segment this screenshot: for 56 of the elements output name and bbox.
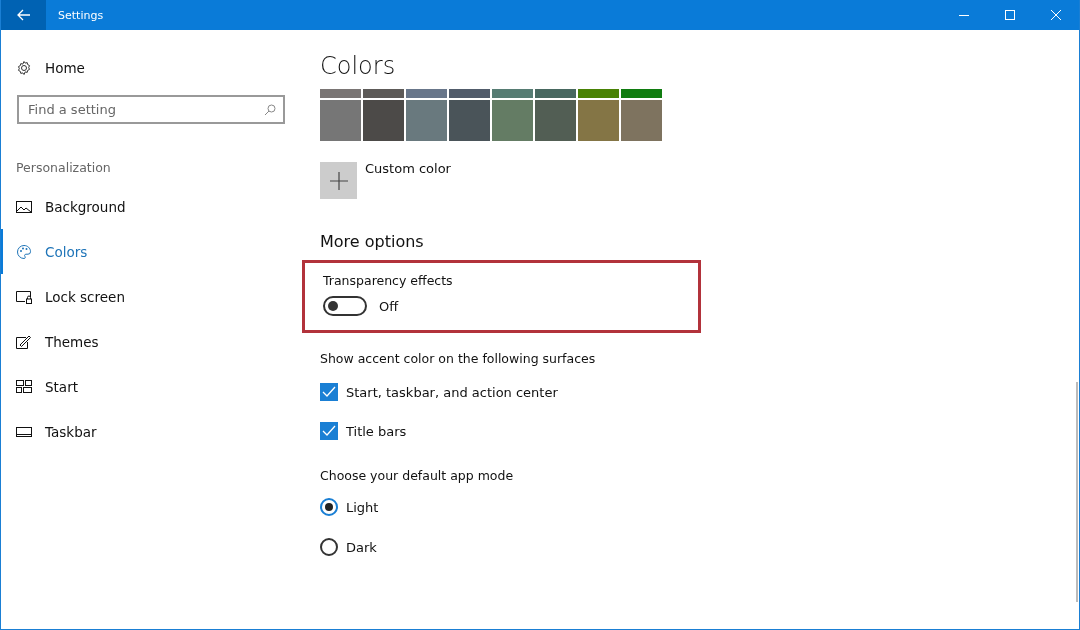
color-swatch[interactable] (578, 100, 619, 141)
color-swatch[interactable] (535, 100, 576, 141)
nav-item[interactable]: Themes (1, 319, 301, 364)
color-swatch[interactable] (449, 100, 490, 141)
home-link[interactable]: Home (1, 58, 301, 78)
brush-icon (16, 334, 32, 349)
color-swatch[interactable] (363, 89, 404, 98)
color-swatch[interactable] (449, 89, 490, 98)
toggle-switch[interactable] (323, 296, 367, 316)
search-icon (264, 104, 276, 116)
window-title: Settings (58, 8, 105, 22)
custom-color-label[interactable]: Custom color (365, 161, 451, 176)
nav-item[interactable]: Background (1, 184, 301, 229)
nav-item[interactable]: Colors (1, 229, 301, 274)
toggle-state: Off (379, 298, 399, 314)
color-swatch[interactable] (363, 100, 404, 141)
palette-icon (16, 243, 32, 260)
tiles-icon (16, 379, 32, 394)
section-heading: More options (320, 232, 425, 251)
search-field[interactable]: Find a setting (17, 95, 285, 124)
radio-label: Dark (346, 539, 377, 555)
color-swatch[interactable] (492, 100, 533, 141)
color-swatch[interactable] (320, 100, 361, 141)
color-swatch[interactable] (578, 89, 619, 98)
back-button[interactable] (1, 0, 46, 30)
color-swatch[interactable] (320, 89, 361, 98)
maximize-icon (1005, 10, 1015, 20)
page-title: Colors (320, 52, 397, 82)
setting-label: Show accent color on the following surfaces (320, 351, 597, 366)
color-swatch[interactable] (406, 100, 447, 141)
color-swatch[interactable] (621, 100, 662, 141)
radio-label: Light (346, 499, 379, 515)
color-swatch[interactable] (492, 89, 533, 98)
color-swatch[interactable] (621, 89, 662, 98)
close-icon (1051, 10, 1061, 20)
checkbox-label: Start, taskbar, and action center (346, 384, 558, 400)
radio-button[interactable] (320, 498, 338, 516)
gear-icon (16, 60, 32, 76)
add-color-button[interactable] (320, 162, 357, 199)
setting-label: Choose your default app mode (320, 468, 515, 483)
setting-label: Transparency effects (323, 273, 454, 288)
checkbox-label: Title bars (346, 423, 407, 439)
picture-icon (16, 199, 32, 214)
radio-button[interactable] (320, 538, 338, 556)
taskbar-icon (16, 425, 32, 438)
nav-item[interactable]: Taskbar (1, 409, 301, 454)
nav-item[interactable]: Start (1, 364, 301, 409)
section-heading: Personalization (15, 160, 112, 175)
nav-item[interactable]: Lock screen (1, 274, 301, 319)
back-arrow-icon (16, 9, 31, 21)
plus-icon (329, 171, 348, 190)
color-swatch[interactable] (535, 89, 576, 98)
color-swatch[interactable] (406, 89, 447, 98)
lock-screen-icon (16, 289, 32, 304)
checkbox[interactable] (320, 383, 338, 401)
checkbox[interactable] (320, 422, 338, 440)
